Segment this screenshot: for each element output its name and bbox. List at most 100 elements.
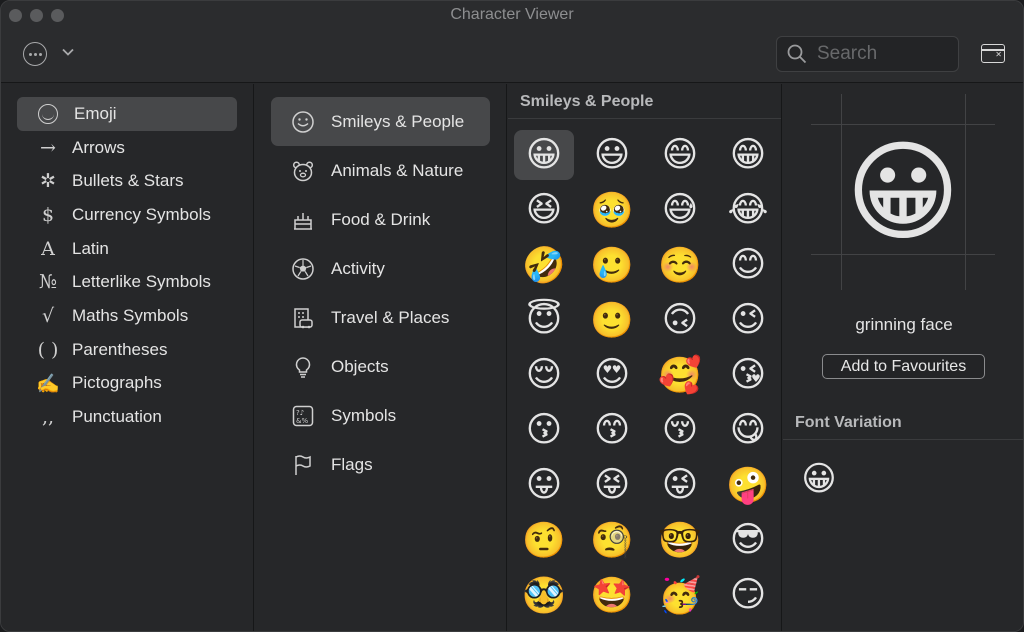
font-variant-glyph[interactable]: 😀	[797, 457, 841, 501]
subcategory-item-animals-nature[interactable]: Animals & Nature	[271, 146, 490, 195]
category-item-arrows[interactable]: → Arrows	[17, 131, 237, 165]
emoji-cell[interactable]: 😛	[514, 460, 574, 510]
subcategory-label: Objects	[331, 356, 389, 376]
emoji-cell[interactable]: 😙	[582, 405, 642, 455]
emoji-cell[interactable]: 🥹	[582, 185, 642, 235]
emoji-cell[interactable]: 🧐	[582, 515, 642, 565]
emoji-cell[interactable]: 😍	[582, 350, 642, 400]
svg-text:?♪: ?♪	[296, 409, 304, 417]
emoji-cell[interactable]: 🤓	[650, 515, 710, 565]
font-variation-header: Font Variation	[795, 414, 902, 431]
category-item-bullets-stars[interactable]: ✲ Bullets & Stars	[17, 164, 237, 198]
emoji-cell[interactable]: 🤩	[582, 570, 642, 620]
subcategory-label: Activity	[331, 258, 385, 278]
character-name: grinning face	[855, 315, 953, 334]
category-label: Currency Symbols	[72, 204, 211, 224]
emoji-cell[interactable]: 🥰	[650, 350, 710, 400]
emoji-cell[interactable]: 😃	[582, 130, 642, 180]
emoji-cell[interactable]: 😆	[514, 185, 574, 235]
preview-glyph: 😀	[845, 131, 961, 254]
subcategory-item-symbols[interactable]: ?♪ &% Symbols	[271, 391, 490, 440]
emoji-icon	[38, 103, 58, 124]
emoji-cell[interactable]: 🙃	[650, 295, 710, 345]
latin-a-icon: A	[41, 237, 55, 260]
emoji-cell[interactable]: 😚	[650, 405, 710, 455]
search-input[interactable]	[817, 43, 947, 65]
category-label: Letterlike Symbols	[72, 272, 211, 292]
category-item-emoji[interactable]: Emoji	[17, 97, 237, 131]
emoji-cell[interactable]: 🥳	[650, 570, 710, 620]
category-label: Parentheses	[72, 339, 168, 359]
subcategory-item-travel-places[interactable]: Travel & Places	[271, 293, 490, 342]
emoji-cell[interactable]: 🤨	[514, 515, 574, 565]
category-label: Pictographs	[72, 373, 162, 393]
category-label: Maths Symbols	[72, 305, 189, 325]
character-preview: 😀	[811, 94, 995, 290]
emoji-cell[interactable]: 😊	[718, 240, 778, 290]
emoji-cell[interactable]: 😉	[718, 295, 778, 345]
bear-icon	[290, 158, 316, 184]
category-label: Bullets & Stars	[72, 171, 184, 191]
search-icon	[787, 44, 807, 64]
keyboard-viewer-icon[interactable]	[981, 44, 1005, 63]
emoji-cell[interactable]: 😂	[718, 185, 778, 235]
category-item-parentheses[interactable]: ( ) Parentheses	[17, 333, 237, 367]
category-item-pictographs[interactable]: ✍ Pictographs	[17, 367, 237, 401]
category-label: Emoji	[74, 103, 117, 123]
category-item-letterlike-symbols[interactable]: № Letterlike Symbols	[17, 265, 237, 299]
divider	[783, 439, 1023, 440]
star-bullet-icon: ✲	[40, 170, 56, 193]
emoji-cell[interactable]: 🥲	[582, 240, 642, 290]
subcategory-label: Flags	[331, 454, 373, 474]
more-options-icon[interactable]	[23, 42, 47, 66]
category-label: Punctuation	[72, 407, 162, 427]
emoji-cell[interactable]: 😜	[650, 460, 710, 510]
parentheses-icon: ( )	[37, 338, 59, 361]
smiley-icon	[290, 109, 316, 135]
emoji-cell[interactable]: ☺️	[650, 240, 710, 290]
emoji-cell[interactable]: 😗	[514, 405, 574, 455]
emoji-cell[interactable]: 🥸	[514, 570, 574, 620]
category-label: Arrows	[72, 137, 125, 157]
dollar-icon: $	[41, 203, 55, 226]
emoji-cell[interactable]: 😏	[718, 570, 778, 620]
emoji-cell[interactable]: 😁	[718, 130, 778, 180]
emoji-cell[interactable]: 😘	[718, 350, 778, 400]
arrow-icon: →	[40, 136, 56, 159]
subcategory-item-smileys-people[interactable]: Smileys & People	[271, 97, 490, 146]
emoji-cell[interactable]: 😋	[718, 405, 778, 455]
subcategory-item-objects[interactable]: Objects	[271, 342, 490, 391]
divider	[508, 118, 781, 119]
grid-section-header: Smileys & People	[520, 93, 654, 110]
emoji-cell[interactable]: 😅	[650, 185, 710, 235]
numero-icon: №	[39, 271, 57, 294]
subcategory-item-food-drink[interactable]: Food & Drink	[271, 195, 490, 244]
subcategory-item-flags[interactable]: Flags	[271, 440, 490, 489]
emoji-grid-pane: Smileys & People 😀 😃 😄 😁 😆 🥹 😅 😂 🤣 🥲 ☺️ 😊 😇 🙂 🙃 😉 😌 😍 🥰 😘 😗 😙…	[508, 84, 782, 631]
emoji-cell[interactable]: 😌	[514, 350, 574, 400]
emoji-cell[interactable]: 😀	[514, 130, 574, 180]
symbols-icon: ?♪ &%	[290, 403, 316, 429]
character-detail-pane: 😀 grinning face Add to Favourites Font V…	[783, 84, 1023, 631]
emoji-cell[interactable]: 😝	[582, 460, 642, 510]
category-item-currency-symbols[interactable]: $ Currency Symbols	[17, 198, 237, 232]
window-title: Character Viewer	[450, 6, 574, 23]
pictograph-icon: ✍	[36, 372, 60, 395]
emoji-cell[interactable]: 🙂	[582, 295, 642, 345]
subcategory-label: Symbols	[331, 405, 397, 425]
subcategory-label: Travel & Places	[331, 307, 450, 327]
add-to-favourites-button[interactable]: Add to Favourites	[822, 354, 985, 379]
category-item-punctuation[interactable]: ,, Punctuation	[17, 400, 237, 434]
emoji-cell[interactable]: 🤪	[718, 460, 778, 510]
ball-icon	[290, 256, 316, 282]
character-viewer-window: Character Viewer Emoji → Arrows ✲ Bullets & …	[0, 0, 1024, 632]
subcategory-item-activity[interactable]: Activity	[271, 244, 490, 293]
emoji-cell[interactable]: 😄	[650, 130, 710, 180]
emoji-cell[interactable]: 😎	[718, 515, 778, 565]
emoji-cell[interactable]: 😇	[514, 295, 574, 345]
category-item-maths-symbols[interactable]: √ Maths Symbols	[17, 299, 237, 333]
chevron-down-icon[interactable]	[61, 45, 75, 59]
search-field[interactable]	[776, 36, 959, 72]
category-item-latin[interactable]: A Latin	[17, 232, 237, 266]
emoji-cell[interactable]: 🤣	[514, 240, 574, 290]
